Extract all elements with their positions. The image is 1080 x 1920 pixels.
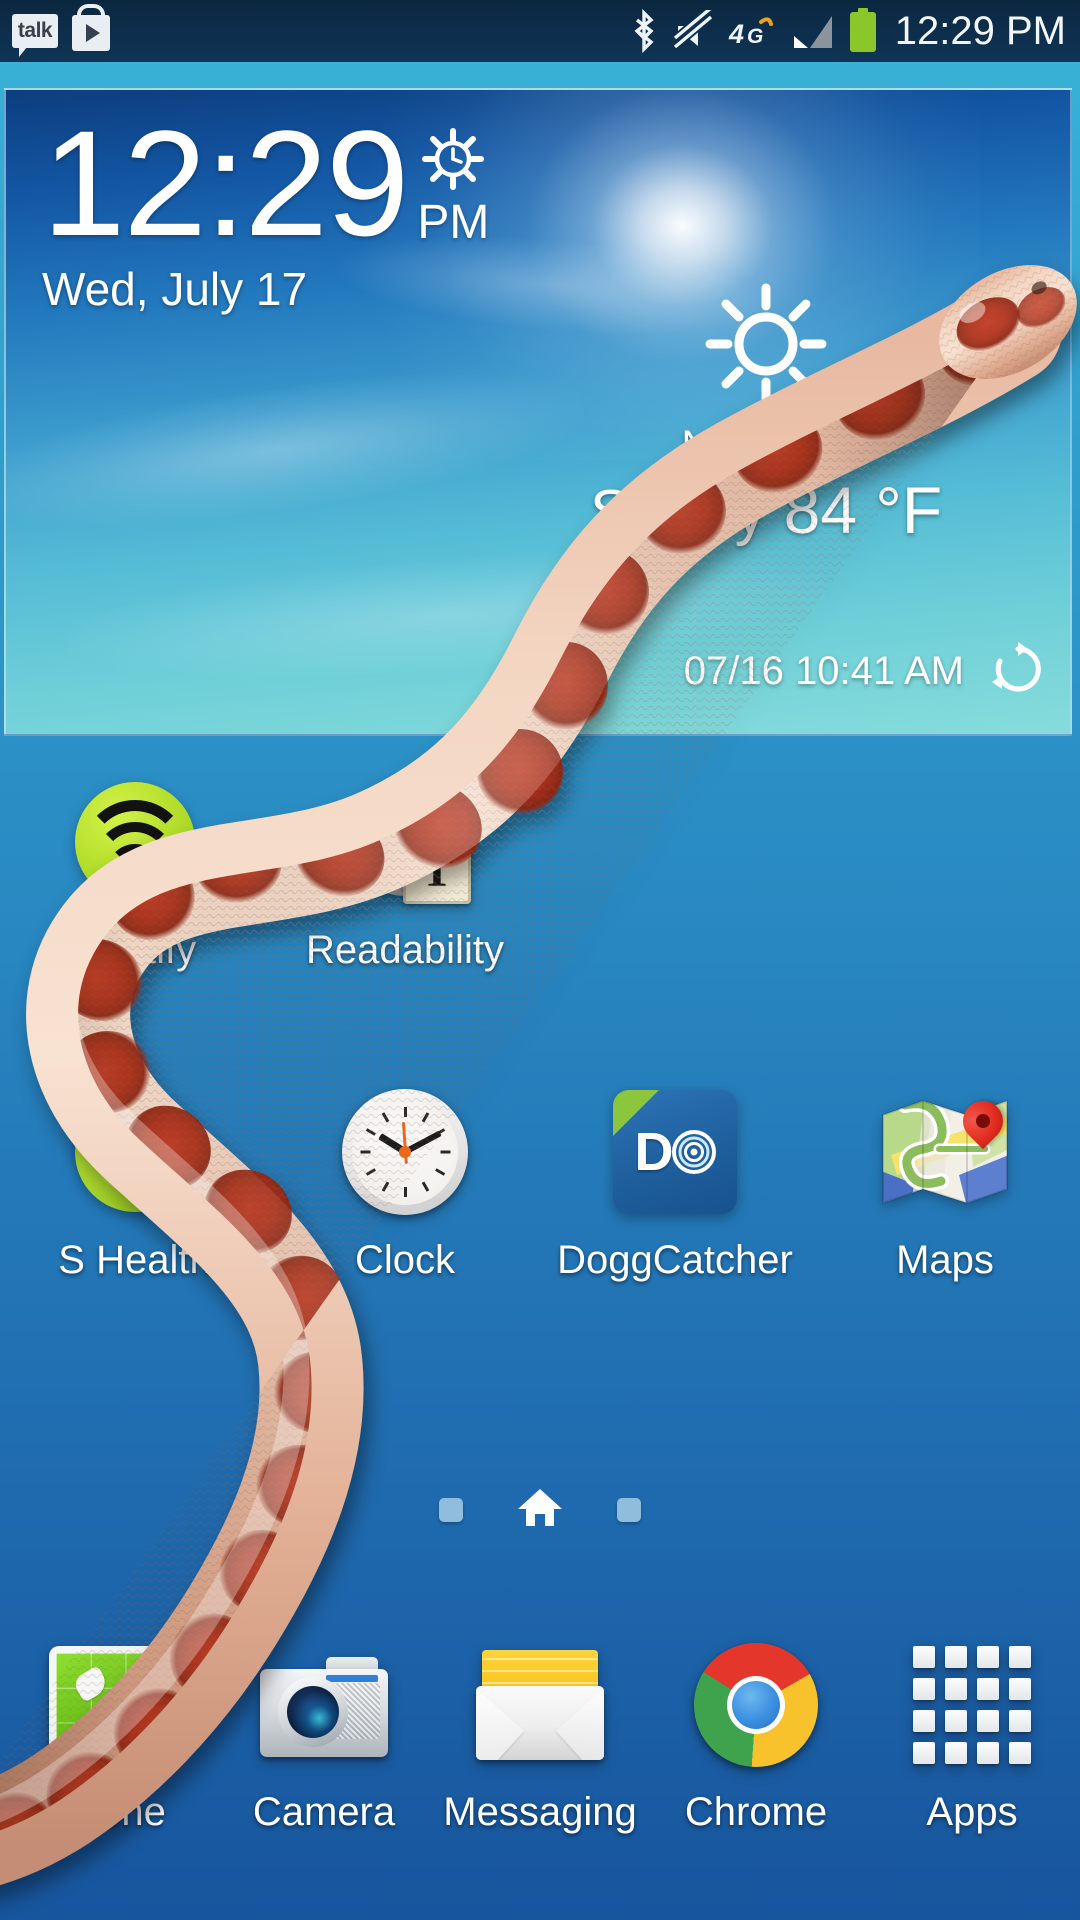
signal-bars-icon — [786, 10, 834, 52]
dock-app-chrome[interactable]: Chrome — [648, 1630, 864, 1835]
clock-icon[interactable] — [333, 1080, 477, 1224]
weather-updated-row: 07/16 10:41 AM — [684, 641, 1046, 702]
network-4g-icon: 4 G — [727, 10, 773, 52]
app-label: Spotify — [73, 928, 197, 972]
app-label: Phone — [50, 1790, 166, 1834]
dock-app-messaging[interactable]: Messaging — [432, 1630, 648, 1835]
sound-muted-icon — [672, 10, 714, 52]
camera-icon[interactable] — [252, 1630, 396, 1780]
battery-full-icon — [847, 8, 879, 54]
app-readability[interactable]: T Readability — [270, 770, 540, 973]
status-bar[interactable]: talk 4 G 12:29 PM — [0, 0, 1080, 62]
app-grid-row-1: Spotify T Readability — [0, 770, 1080, 973]
weather-summary[interactable]: New York Sunny 84 °F — [486, 280, 1046, 548]
widget-am-pm: PM — [417, 196, 490, 249]
weather-city: New York — [681, 423, 851, 467]
app-spotify[interactable]: Spotify — [0, 770, 270, 973]
widget-date: Wed, July 17 — [42, 263, 308, 315]
messaging-icon[interactable] — [468, 1630, 612, 1780]
app-label: Readability — [306, 928, 504, 972]
dock-app-phone[interactable]: Phone — [0, 1630, 216, 1835]
home-screen: talk 4 G 12:29 PM 12:29 PM Wed, July 17 … — [0, 0, 1080, 1920]
page-dot-3[interactable] — [617, 1497, 641, 1522]
app-label: DoggCatcher — [557, 1238, 793, 1282]
app-label: Apps — [926, 1790, 1018, 1834]
play-store-icon — [72, 15, 110, 51]
clock-weather-widget[interactable]: 12:29 PM Wed, July 17 New York Sunny 84 … — [4, 88, 1072, 736]
maps-icon[interactable] — [873, 1080, 1017, 1224]
phone-icon[interactable] — [36, 1630, 180, 1780]
app-maps[interactable]: Maps — [810, 1080, 1080, 1283]
app-slot-empty — [810, 770, 1080, 973]
page-dot-1[interactable] — [439, 1497, 463, 1522]
app-grid-row-2: S Health Clock D DoggCatcher Maps — [0, 1080, 1080, 1283]
widget-clock[interactable]: 12:29 PM — [42, 99, 490, 267]
dock: Phone Camera Messaging Chrome Apps — [0, 1630, 1080, 1835]
doggcatcher-icon[interactable]: D — [603, 1080, 747, 1224]
dock-app-camera[interactable]: Camera — [216, 1630, 432, 1835]
alarm-clock-icon — [422, 128, 485, 195]
status-bar-clock: 12:29 PM — [894, 8, 1066, 53]
app-s-health[interactable]: S Health — [0, 1080, 270, 1283]
sun-icon — [486, 280, 1046, 413]
app-label: Clock — [354, 1238, 456, 1282]
home-icon[interactable] — [517, 1486, 563, 1533]
app-doggcatcher[interactable]: D DoggCatcher — [540, 1080, 810, 1283]
status-bar-system-icons: 4 G 12:29 PM — [629, 8, 1080, 54]
google-talk-icon: talk — [12, 14, 58, 57]
app-slot-empty — [540, 770, 810, 973]
weather-updated-time: 07/16 10:41 AM — [683, 649, 964, 693]
spotify-icon[interactable] — [63, 770, 207, 914]
play-triangle-icon — [86, 24, 100, 42]
readability-icon[interactable]: T — [333, 770, 477, 914]
app-label: Maps — [896, 1238, 994, 1282]
bluetooth-icon — [629, 9, 659, 53]
svg-text:4: 4 — [728, 19, 744, 49]
widget-time: 12:29 — [42, 99, 409, 267]
dock-app-apps[interactable]: Apps — [864, 1630, 1080, 1835]
page-indicator[interactable] — [0, 1486, 1080, 1533]
weather-temperature: 84 °F — [783, 473, 943, 547]
refresh-icon[interactable] — [990, 641, 1046, 702]
app-label: Chrome — [684, 1790, 828, 1834]
app-label: S Health — [58, 1238, 212, 1282]
status-bar-notification-icons: talk — [0, 11, 110, 57]
apps-grid-icon[interactable] — [900, 1630, 1044, 1780]
google-talk-label: talk — [17, 19, 53, 42]
app-clock[interactable]: Clock — [270, 1080, 540, 1283]
chrome-icon[interactable] — [684, 1630, 828, 1780]
svg-text:G: G — [747, 25, 763, 48]
weather-condition: Sunny — [589, 478, 766, 547]
app-label: Messaging — [443, 1790, 637, 1834]
readability-t-badge: T — [403, 836, 471, 904]
app-label: Camera — [252, 1790, 396, 1834]
s-health-icon[interactable] — [63, 1080, 207, 1224]
